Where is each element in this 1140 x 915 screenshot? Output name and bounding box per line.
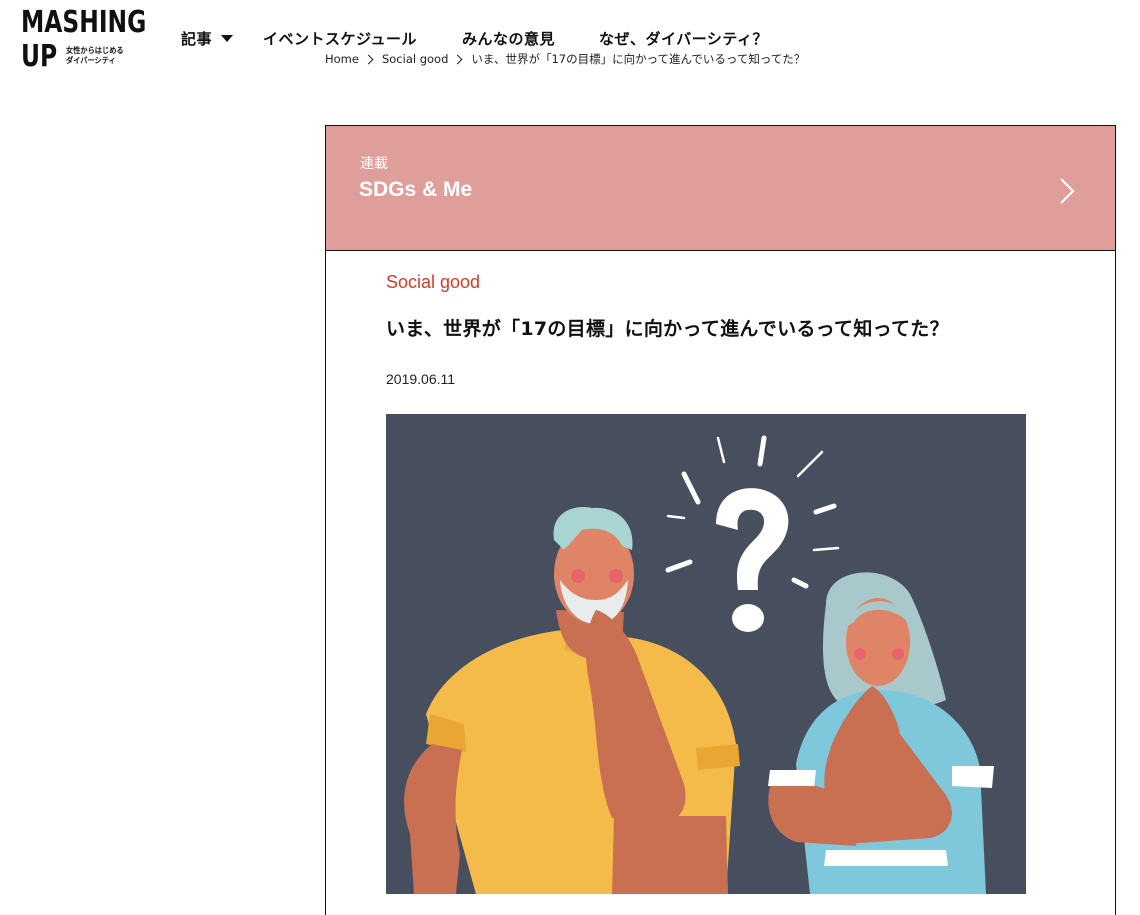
nav-item-opinions[interactable]: みんなの意見 <box>462 28 555 49</box>
breadcrumb-category[interactable]: Social good <box>382 52 448 66</box>
logo-tagline-line1: 女性からはじめる <box>66 46 124 55</box>
breadcrumb-current: いま、世界が「17の目標」に向かって進んでいるって知ってた？ <box>471 52 806 66</box>
article-card: 連載 SDGs & Me Social good いま、世界が「17の目標」に向… <box>325 125 1116 915</box>
chevron-right-icon <box>363 54 374 64</box>
nav-item-articles[interactable]: 記事 <box>181 28 212 49</box>
article-date: 2019.06.11 <box>386 371 456 387</box>
series-banner[interactable]: 連載 SDGs & Me <box>326 126 1115 251</box>
hero-illustration <box>386 414 1026 894</box>
caret-down-icon[interactable] <box>221 35 233 42</box>
chevron-right-icon <box>452 54 463 64</box>
article-category[interactable]: Social good <box>386 272 480 293</box>
logo-wordmark-bottom: UP <box>21 39 58 74</box>
series-title: SDGs & Me <box>359 178 473 201</box>
logo-tagline-line2: ダイバーシティ <box>66 56 116 65</box>
chevron-right-icon <box>1060 178 1075 204</box>
hero-image <box>386 414 1026 894</box>
breadcrumb: Home Social good いま、世界が「17の目標」に向かって進んでいる… <box>325 51 805 67</box>
breadcrumb-home[interactable]: Home <box>325 52 359 66</box>
logo-wordmark-top: MASHING <box>21 5 147 40</box>
series-kicker: 連載 <box>360 156 388 172</box>
nav-item-event-schedule[interactable]: イベントスケジュール <box>263 28 417 49</box>
nav-item-why-diversity[interactable]: なぜ、ダイバーシティ？ <box>599 28 768 49</box>
nav-item-articles-label: 記事 <box>181 29 213 48</box>
site-logo[interactable]: MASHING UP 女性からはじめる ダイバーシティ <box>21 8 146 78</box>
article-title: いま、世界が「17の目標」に向かって進んでいるって知ってた？ <box>386 318 949 340</box>
